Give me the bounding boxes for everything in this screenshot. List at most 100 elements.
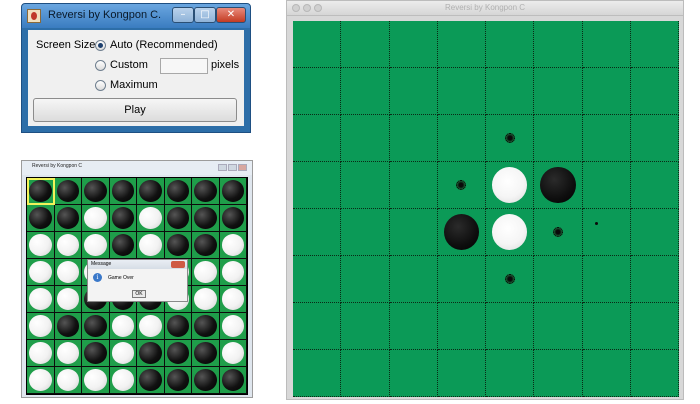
board-cell[interactable] xyxy=(219,259,247,286)
board-cell[interactable] xyxy=(582,162,631,209)
board-cell[interactable] xyxy=(437,256,486,303)
board-cell[interactable] xyxy=(534,21,583,68)
board-cell[interactable] xyxy=(82,232,110,259)
board-cell[interactable] xyxy=(582,303,631,350)
close-button[interactable]: ✕ xyxy=(216,7,246,23)
board-cell[interactable] xyxy=(219,313,247,340)
valid-move-marker[interactable] xyxy=(504,274,515,284)
board-cell[interactable] xyxy=(437,350,486,397)
board-cell[interactable] xyxy=(27,259,55,286)
board-cell[interactable] xyxy=(341,162,390,209)
board-cell[interactable] xyxy=(109,340,137,367)
board-cell[interactable] xyxy=(630,115,679,162)
board-cell[interactable] xyxy=(137,205,165,232)
play-button[interactable]: Play xyxy=(33,98,237,122)
board-cell[interactable] xyxy=(192,178,220,205)
board-cell[interactable] xyxy=(341,115,390,162)
reversi-board-large[interactable] xyxy=(293,21,679,397)
board-cell[interactable] xyxy=(630,21,679,68)
board-cell[interactable] xyxy=(486,303,535,350)
board-cell[interactable] xyxy=(137,232,165,259)
radio-auto[interactable] xyxy=(95,40,106,51)
board-cell[interactable] xyxy=(534,115,583,162)
board-cell[interactable] xyxy=(486,68,535,115)
board-cell[interactable] xyxy=(534,209,583,256)
board-cell[interactable] xyxy=(534,303,583,350)
board-cell[interactable] xyxy=(293,209,342,256)
board-cell[interactable] xyxy=(192,232,220,259)
board-cell[interactable] xyxy=(341,303,390,350)
board-cell[interactable] xyxy=(164,313,192,340)
board-cell[interactable] xyxy=(109,178,137,205)
board-cell[interactable] xyxy=(630,256,679,303)
board-cell[interactable] xyxy=(486,350,535,397)
board-cell[interactable] xyxy=(534,256,583,303)
board-cell[interactable] xyxy=(582,256,631,303)
board-cell[interactable] xyxy=(164,178,192,205)
board-cell[interactable] xyxy=(192,205,220,232)
board-cell[interactable] xyxy=(192,367,220,394)
board-cell[interactable] xyxy=(27,232,55,259)
minimize-button[interactable] xyxy=(218,164,227,171)
radio-auto-label[interactable]: Auto (Recommended) xyxy=(110,39,218,51)
board-cell[interactable] xyxy=(389,209,438,256)
board-cell[interactable] xyxy=(27,286,55,313)
board-cell[interactable] xyxy=(54,205,82,232)
board-cell[interactable] xyxy=(582,209,631,256)
custom-size-input[interactable] xyxy=(160,58,208,74)
board-cell[interactable] xyxy=(341,21,390,68)
close-button[interactable] xyxy=(171,261,185,268)
board-cell[interactable] xyxy=(582,68,631,115)
board-cell[interactable] xyxy=(534,162,583,209)
board-cell[interactable] xyxy=(341,350,390,397)
board-cell[interactable] xyxy=(192,340,220,367)
mac-titlebar[interactable]: Reversi by Kongpon C xyxy=(287,1,683,16)
board-cell[interactable] xyxy=(137,340,165,367)
board-cell[interactable] xyxy=(389,162,438,209)
radio-custom-label[interactable]: Custom xyxy=(110,59,148,71)
board-cell[interactable] xyxy=(219,340,247,367)
board-cell[interactable] xyxy=(389,350,438,397)
board-cell[interactable] xyxy=(219,178,247,205)
board-cell[interactable] xyxy=(389,68,438,115)
board-cell[interactable] xyxy=(389,303,438,350)
board-cell[interactable] xyxy=(82,178,110,205)
board-cell[interactable] xyxy=(164,205,192,232)
board-cell[interactable] xyxy=(109,205,137,232)
board-cell[interactable] xyxy=(486,209,535,256)
minimize-button[interactable]: – xyxy=(172,7,194,23)
board-cell[interactable] xyxy=(293,115,342,162)
board-cell[interactable] xyxy=(534,350,583,397)
radio-maximum[interactable] xyxy=(95,80,106,91)
board-cell[interactable] xyxy=(54,313,82,340)
board-cell[interactable] xyxy=(293,21,342,68)
board-cell[interactable] xyxy=(437,209,486,256)
board-cell[interactable] xyxy=(630,303,679,350)
board-cell[interactable] xyxy=(582,21,631,68)
board-cell[interactable] xyxy=(164,367,192,394)
board-cell[interactable] xyxy=(630,350,679,397)
ok-button[interactable]: OK xyxy=(132,290,146,298)
board-cell[interactable] xyxy=(54,259,82,286)
board-cell[interactable] xyxy=(54,178,82,205)
board-cell[interactable] xyxy=(219,232,247,259)
board-cell[interactable] xyxy=(486,256,535,303)
board-cell[interactable] xyxy=(82,313,110,340)
board-cell[interactable] xyxy=(192,286,220,313)
maximize-button[interactable]: □ xyxy=(194,7,216,23)
board-cell[interactable] xyxy=(389,115,438,162)
board-cell[interactable] xyxy=(82,367,110,394)
board-cell[interactable] xyxy=(582,115,631,162)
close-button[interactable] xyxy=(238,164,247,171)
board-cell[interactable] xyxy=(293,256,342,303)
board-cell[interactable] xyxy=(293,162,342,209)
board-cell[interactable] xyxy=(137,367,165,394)
board-cell[interactable] xyxy=(293,350,342,397)
board-cell[interactable] xyxy=(109,313,137,340)
board-cell[interactable] xyxy=(54,286,82,313)
board-cell[interactable] xyxy=(27,340,55,367)
board-cell[interactable] xyxy=(437,68,486,115)
board-cell[interactable] xyxy=(27,178,55,205)
board-cell[interactable] xyxy=(486,21,535,68)
board-cell[interactable] xyxy=(192,313,220,340)
